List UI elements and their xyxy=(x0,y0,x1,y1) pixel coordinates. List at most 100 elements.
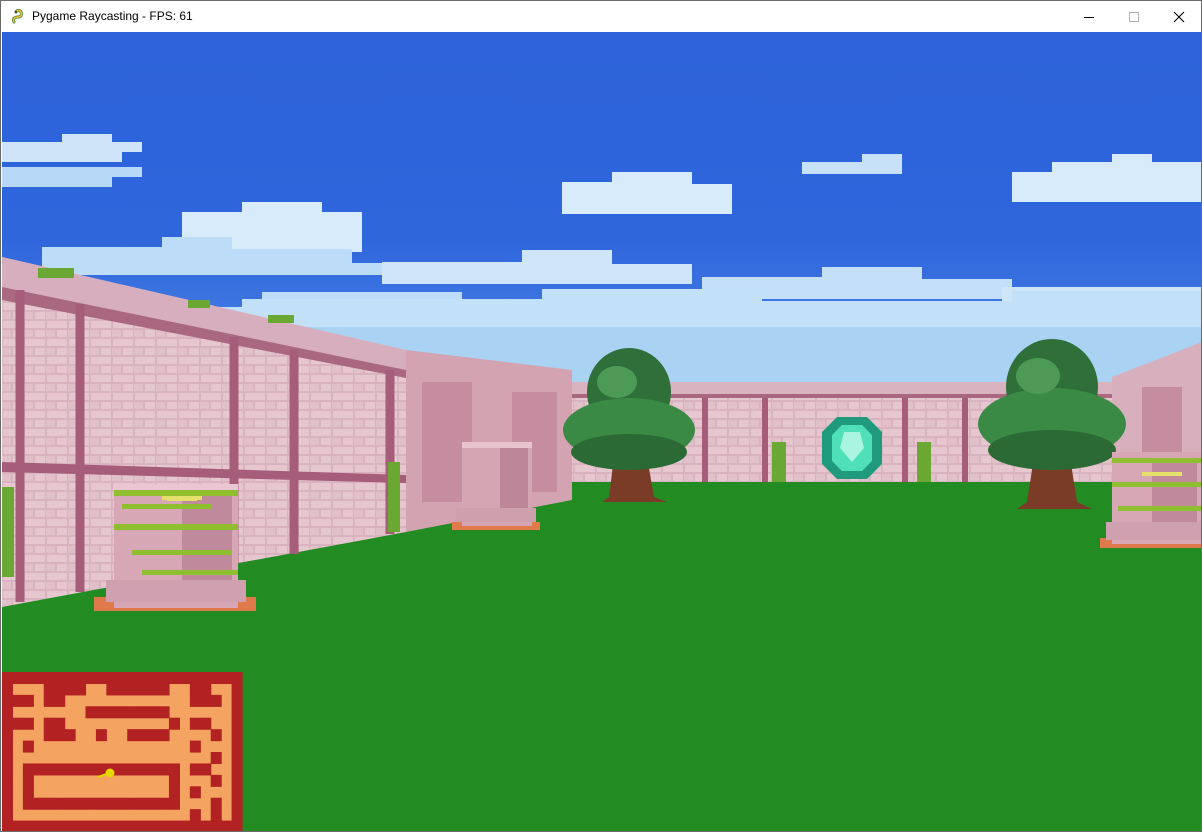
minimap-wall-cell xyxy=(189,672,201,685)
minimap-wall-cell xyxy=(189,809,201,822)
minimap-wall-cell xyxy=(106,797,118,810)
minimap-wall-cell xyxy=(158,797,170,810)
minimap-wall-cell xyxy=(210,809,222,822)
minimap-wall-cell xyxy=(158,672,170,685)
minimap-wall-cell xyxy=(231,706,243,719)
minimap-wall-cell xyxy=(95,729,107,742)
minimap-wall-cell xyxy=(210,797,222,810)
minimap-wall-cell xyxy=(54,717,66,730)
minimap-wall-cell xyxy=(85,706,97,719)
minimap-wall-cell xyxy=(33,820,45,831)
minimap-wall-cell xyxy=(95,820,107,831)
minimap-wall-cell xyxy=(210,672,222,685)
minimap-wall-cell xyxy=(2,706,14,719)
minimap-wall-cell xyxy=(148,706,160,719)
minimap-wall-cell xyxy=(127,763,139,776)
minimap-wall-cell xyxy=(54,694,66,707)
minimap-wall-cell xyxy=(43,797,55,810)
minimap-wall-cell xyxy=(106,672,118,685)
minimap-wall-cell xyxy=(54,729,66,742)
minimap-wall-cell xyxy=(168,717,180,730)
minimap-wall-cell xyxy=(116,672,128,685)
minimap-wall-cell xyxy=(54,797,66,810)
title-bar[interactable]: Pygame Raycasting - FPS: 61 xyxy=(1,1,1201,32)
minimap-wall-cell xyxy=(116,797,128,810)
minimap-wall-cell xyxy=(43,694,55,707)
minimap-wall-cell xyxy=(85,820,97,831)
minimap-wall-cell xyxy=(64,683,76,696)
minimap-wall-cell xyxy=(64,672,76,685)
minimap-wall-cell xyxy=(64,729,76,742)
minimap-wall-cell xyxy=(22,820,34,831)
minimap-wall-cell xyxy=(179,820,191,831)
minimap-wall-cell xyxy=(127,683,139,696)
minimap-wall-cell xyxy=(231,763,243,776)
minimap-wall-cell xyxy=(2,717,14,730)
pygame-snake-icon xyxy=(12,9,23,24)
minimap-wall-cell xyxy=(158,729,170,742)
minimap-wall-cell xyxy=(12,820,24,831)
minimap-wall-cell xyxy=(106,820,118,831)
minimap-wall-cell xyxy=(12,717,24,730)
minimap-wall-cell xyxy=(231,797,243,810)
minimap-wall-cell xyxy=(231,740,243,753)
minimap-wall-cell xyxy=(12,672,24,685)
minimap-wall-cell xyxy=(43,683,55,696)
emerald-gem xyxy=(822,417,882,479)
vine-stone-pillar-right xyxy=(1100,452,1201,548)
minimap-wall-cell xyxy=(148,672,160,685)
minimap-wall-cell xyxy=(148,729,160,742)
game-viewport[interactable] xyxy=(2,32,1201,831)
close-button[interactable] xyxy=(1156,1,1201,32)
minimap-wall-cell xyxy=(200,683,212,696)
minimap-wall-cell xyxy=(189,717,201,730)
minimap-wall-cell xyxy=(54,672,66,685)
minimap-wall-cell xyxy=(22,717,34,730)
minimap-wall-cell xyxy=(85,672,97,685)
minimap xyxy=(2,672,243,831)
minimap-wall-cell xyxy=(116,683,128,696)
minimap-wall-cell xyxy=(168,672,180,685)
minimap-wall-cell xyxy=(22,786,34,799)
minimap-wall-cell xyxy=(168,786,180,799)
minimap-wall-cell xyxy=(168,797,180,810)
minimap-wall-cell xyxy=(43,729,55,742)
minimap-wall-cell xyxy=(200,820,212,831)
minimap-wall-cell xyxy=(75,820,87,831)
window-title: Pygame Raycasting - FPS: 61 xyxy=(32,9,193,23)
minimap-wall-cell xyxy=(95,672,107,685)
minimap-wall-cell xyxy=(2,694,14,707)
minimap-wall-cell xyxy=(148,797,160,810)
minimap-wall-cell xyxy=(22,672,34,685)
close-icon xyxy=(1173,11,1184,22)
minimap-wall-cell xyxy=(54,763,66,776)
minimap-wall-cell xyxy=(2,774,14,787)
minimap-wall-cell xyxy=(168,774,180,787)
minimap-wall-cell xyxy=(12,694,24,707)
minimap-wall-cell xyxy=(106,706,118,719)
minimap-wall-cell xyxy=(137,820,149,831)
minimize-button[interactable] xyxy=(1066,1,1111,32)
minimap-wall-cell xyxy=(75,763,87,776)
minimap-wall-cell xyxy=(95,706,107,719)
maximize-button[interactable] xyxy=(1111,1,1156,32)
game-window: Pygame Raycasting - FPS: 61 xyxy=(0,0,1202,832)
minimap-wall-cell xyxy=(179,672,191,685)
minimap-wall-cell xyxy=(231,820,243,831)
minimap-wall-cell xyxy=(189,694,201,707)
minimap-wall-cell xyxy=(33,672,45,685)
minimap-wall-cell xyxy=(22,797,34,810)
minimap-wall-cell xyxy=(2,740,14,753)
minimap-wall-cell xyxy=(189,763,201,776)
minimap-wall-cell xyxy=(158,706,170,719)
minimap-wall-cell xyxy=(2,672,14,685)
minimap-wall-cell xyxy=(137,672,149,685)
minimap-wall-cell xyxy=(148,820,160,831)
minimap-wall-cell xyxy=(137,763,149,776)
minimap-wall-cell xyxy=(22,774,34,787)
minimap-wall-cell xyxy=(22,694,34,707)
minimap-wall-cell xyxy=(2,752,14,765)
minimap-wall-cell xyxy=(116,706,128,719)
minimap-wall-cell xyxy=(158,820,170,831)
minimap-wall-cell xyxy=(127,797,139,810)
